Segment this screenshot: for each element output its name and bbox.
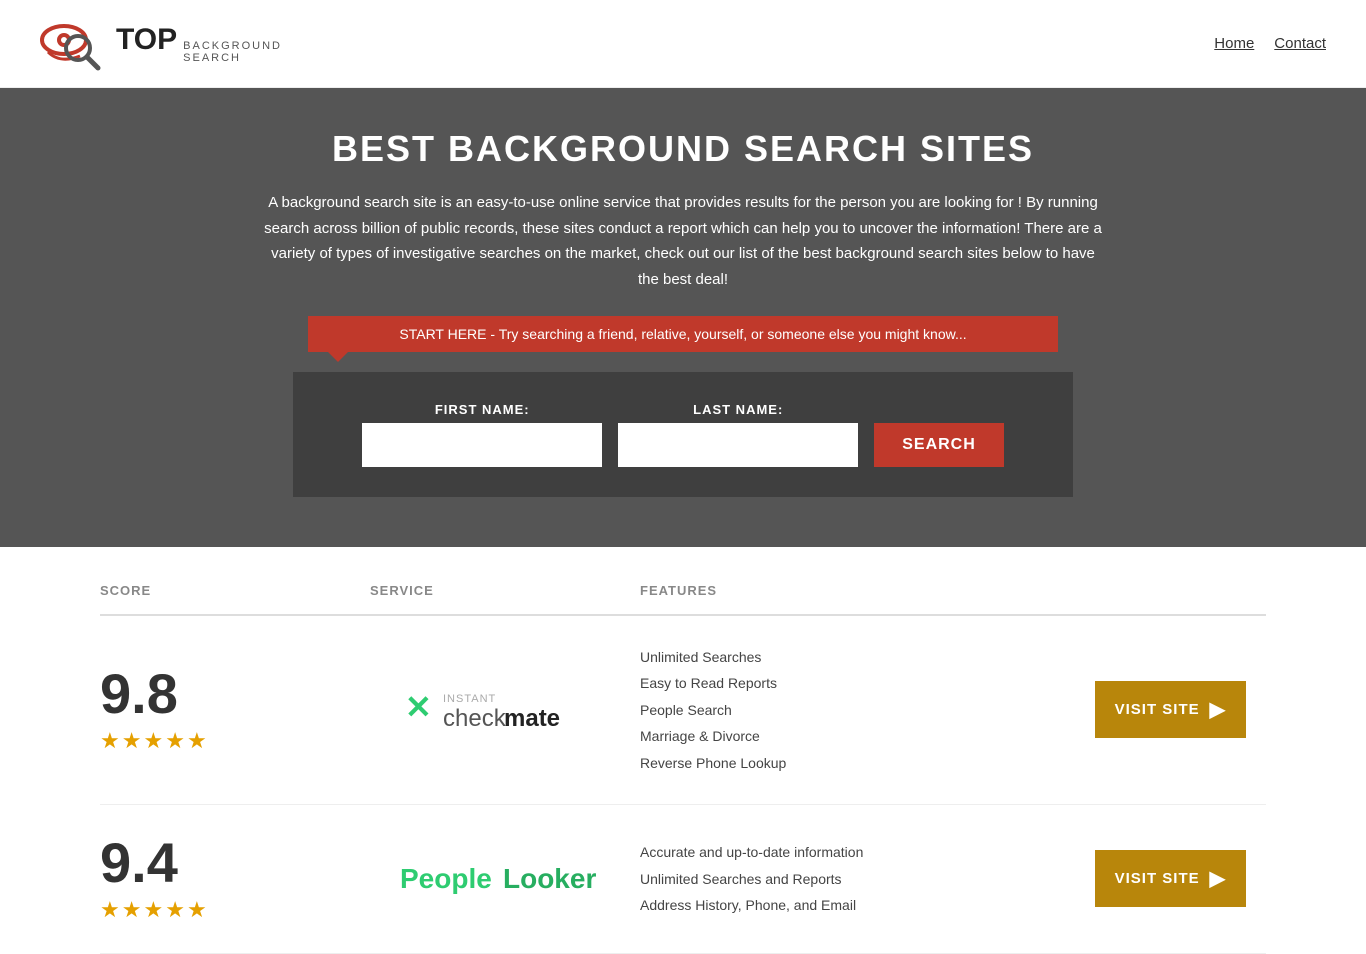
main-nav: Home Contact	[1214, 35, 1326, 52]
stars-1: ★ ★ ★ ★ ★	[100, 728, 207, 754]
star-5: ★	[187, 728, 207, 754]
feature-1-2: Easy to Read Reports	[640, 672, 1066, 694]
results-section: SCORE SERVICE FEATURES 9.8 ★ ★ ★ ★ ★ ✕ I…	[0, 567, 1366, 954]
checkmate-logo-svg: ✕ INSTANT check mate	[405, 680, 605, 740]
first-name-group: FIRST NAME:	[362, 402, 602, 467]
feature-1-5: Reverse Phone Lookup	[640, 752, 1066, 774]
star-2-5: ★	[187, 897, 207, 923]
site-header: TOP BACKGROUND SEARCH Home Contact	[0, 0, 1366, 88]
peoplelooker-logo: People Looker	[400, 848, 610, 910]
feature-2-1: Accurate and up-to-date information	[640, 841, 1066, 863]
features-cell-2: Accurate and up-to-date information Unli…	[640, 841, 1066, 916]
feature-1-3: People Search	[640, 699, 1066, 721]
last-name-label: LAST NAME:	[618, 402, 858, 417]
header-service: SERVICE	[370, 583, 640, 598]
visit-button-2-label: VISIT SITE	[1115, 870, 1200, 887]
star-4: ★	[165, 728, 185, 754]
star-2-2: ★	[122, 897, 142, 923]
logo-sub-line1: BACKGROUND	[183, 40, 282, 52]
last-name-input[interactable]	[618, 423, 858, 467]
svg-text:People: People	[400, 863, 492, 894]
service-cell-1: ✕ INSTANT check mate	[370, 680, 640, 740]
feature-1-4: Marriage & Divorce	[640, 725, 1066, 747]
logo-top-text: TOP	[116, 23, 177, 57]
last-name-group: LAST NAME:	[618, 402, 858, 467]
header-score: SCORE	[100, 583, 370, 598]
visit-cell-2: VISIT SITE ▶	[1066, 850, 1266, 907]
score-number-2: 9.4	[100, 835, 178, 891]
first-name-input[interactable]	[362, 423, 602, 467]
star-2-1: ★	[100, 897, 120, 923]
logo[interactable]: TOP BACKGROUND SEARCH	[40, 14, 282, 74]
star-2-3: ★	[143, 897, 163, 923]
visit-arrow-2: ▶	[1210, 866, 1226, 891]
table-header: SCORE SERVICE FEATURES	[100, 567, 1266, 616]
nav-home[interactable]: Home	[1214, 35, 1254, 52]
svg-text:check: check	[443, 705, 507, 732]
features-cell-1: Unlimited Searches Easy to Read Reports …	[640, 646, 1066, 774]
checkmate-logo: ✕ INSTANT check mate	[405, 680, 605, 740]
search-button[interactable]: SEARCH	[874, 423, 1004, 467]
logo-icon	[40, 14, 108, 74]
svg-text:INSTANT: INSTANT	[443, 693, 496, 705]
first-name-label: FIRST NAME:	[362, 402, 602, 417]
star-2-4: ★	[165, 897, 185, 923]
visit-button-1-label: VISIT SITE	[1115, 701, 1200, 718]
feature-1-1: Unlimited Searches	[640, 646, 1066, 668]
visit-arrow-1: ▶	[1210, 697, 1226, 722]
score-cell-1: 9.8 ★ ★ ★ ★ ★	[100, 666, 370, 754]
feature-2-3: Address History, Phone, and Email	[640, 894, 1066, 916]
hero-section: BEST BACKGROUND SEARCH SITES A backgroun…	[0, 88, 1366, 547]
logo-sub-line2: SEARCH	[183, 52, 282, 64]
star-2: ★	[122, 728, 142, 754]
callout-banner: START HERE - Try searching a friend, rel…	[308, 316, 1058, 352]
service-cell-2: People Looker	[370, 848, 640, 910]
feature-2-2: Unlimited Searches and Reports	[640, 868, 1066, 890]
visit-cell-1: VISIT SITE ▶	[1066, 681, 1266, 738]
search-form: FIRST NAME: LAST NAME: SEARCH	[293, 372, 1073, 497]
result-row-2: 9.4 ★ ★ ★ ★ ★ People Looker Accurate and…	[100, 805, 1266, 954]
star-3: ★	[143, 728, 163, 754]
nav-contact[interactable]: Contact	[1274, 35, 1326, 52]
stars-2: ★ ★ ★ ★ ★	[100, 897, 207, 923]
svg-text:mate: mate	[504, 705, 560, 732]
svg-text:✕: ✕	[405, 689, 432, 725]
score-cell-2: 9.4 ★ ★ ★ ★ ★	[100, 835, 370, 923]
hero-title: BEST BACKGROUND SEARCH SITES	[20, 128, 1346, 170]
star-1: ★	[100, 728, 120, 754]
visit-button-1[interactable]: VISIT SITE ▶	[1095, 681, 1246, 738]
header-features: FEATURES	[640, 583, 1266, 598]
svg-text:Looker: Looker	[503, 863, 596, 894]
visit-button-2[interactable]: VISIT SITE ▶	[1095, 850, 1246, 907]
score-number-1: 9.8	[100, 666, 178, 722]
peoplelooker-logo-svg: People Looker	[400, 848, 610, 903]
result-row-1: 9.8 ★ ★ ★ ★ ★ ✕ INSTANT check mate	[100, 616, 1266, 805]
callout-text: START HERE - Try searching a friend, rel…	[399, 326, 966, 342]
hero-description: A background search site is an easy-to-u…	[263, 190, 1103, 292]
